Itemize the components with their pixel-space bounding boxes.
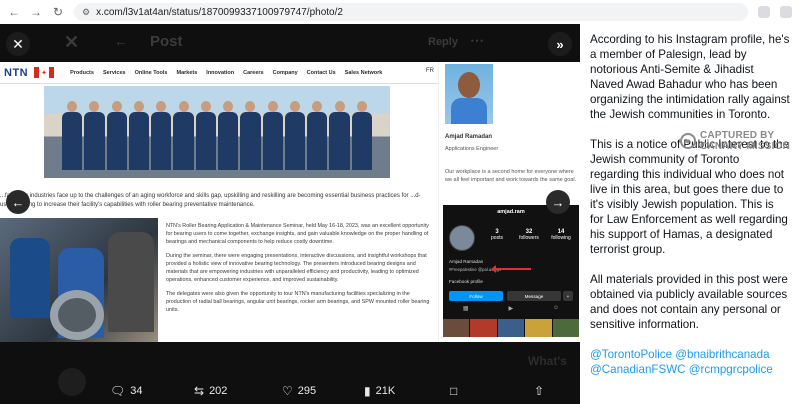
underlay-header: ✕ ← Post Reply ⋯ [0,24,580,60]
views-action[interactable]: ▮ 21K [364,384,395,398]
repost-count: 202 [209,385,228,397]
url-text: x.com/l3v1at4an/status/18700993371009797… [96,6,343,18]
article-paragraph: During the seminar, there were engaging … [166,253,427,283]
share-icon: ⇧ [534,384,545,398]
ntn-menu-item: Contact Us [306,69,336,76]
underlay-title: Post [150,33,183,50]
post-body: According to his Instagram profile, he's… [590,32,790,332]
underlay-back-icon: ← [114,33,128,49]
ntn-menu-item: Services [102,69,126,76]
like-count: 295 [297,385,317,397]
post-mentions[interactable]: @TorontoPolice @bnaibrithcanada @Canadia… [590,347,790,377]
expand-panel-icon[interactable]: » [548,32,572,56]
underlay-reply: Reply [428,36,458,48]
article-paragraph: The delegates were also given the opport… [166,291,430,313]
add-user-icon: + [563,291,573,301]
ntn-menu-item: Sales Network [344,69,383,76]
reply-action[interactable]: 🗨 34 [110,384,142,398]
workplace-quote: Our workplace is a second home for every… [445,169,577,183]
workers-photo [0,218,158,342]
repost-action[interactable]: ⇆ 202 [194,384,227,398]
employee-name: Amjad Ramadan [445,134,493,140]
group-photo [44,86,390,178]
screen: ← → ↻ ⚙ x.com/l3v1at4an/status/187009933… [0,0,800,404]
instagram-thumbnails [443,319,580,337]
forward-arrow-icon[interactable]: → [30,5,42,19]
profile-icon[interactable] [780,6,792,18]
followers-stat: 32 followers [519,229,539,241]
ntn-menu-item: Markets [176,69,198,76]
x-logo-icon: ✕ [64,32,80,52]
red-arrow-annotation [491,265,531,273]
watermark-text: CAPTURED BY CANARY MISSION [700,130,791,152]
instagram-avatar [449,225,475,251]
ntn-logo: NTN [4,66,29,79]
ntn-menu-item: Innovation [206,69,235,76]
message-button: Message [507,291,561,301]
next-image-icon[interactable]: → [546,190,570,214]
grid-icon: ▦ [462,306,469,312]
reply-icon: 🗨 [110,384,126,398]
extension-icon[interactable] [758,6,770,18]
tagged-icon: ☺ [552,305,560,311]
ntn-menu-item: Company [272,69,298,76]
following-stat: 14 following [551,229,571,241]
article-paragraph: NTN's Roller Bearing Application & Maint… [166,223,429,245]
watermark: ● CAPTURED BY CANARY MISSION [680,130,790,152]
browser-toolbar: ← → ↻ ⚙ x.com/l3v1at4an/status/187009933… [0,0,800,24]
ntn-navbar: NTN ✦ Products Services Online Tools Market… [0,62,438,84]
share-action[interactable]: ⇧ [534,384,544,398]
reload-icon[interactable]: ↻ [52,5,64,19]
heart-icon: ♡ [282,384,293,398]
employee-role: Applications Engineer [445,146,499,152]
post-paragraph: All materials provided in this post were… [590,273,788,331]
post-paragraph: This is a notice of Public Interest to t… [590,138,790,256]
back-arrow-icon[interactable]: ← [8,5,20,19]
media-image: NTN ✦ Products Services Online Tools Market… [0,62,580,342]
post-text-panel: According to his Instagram profile, he's… [580,24,800,404]
post-paragraph: According to his Instagram profile, he's… [590,33,790,121]
address-bar[interactable]: ⚙ x.com/l3v1at4an/status/187009933710097… [74,3,748,21]
instagram-profile-screenshot: amjad.ram 3 posts 32 followers 14 following… [443,205,580,337]
ntn-menu-item: Careers [243,69,264,76]
reply-count: 34 [130,385,143,397]
language-toggle: FR [426,68,434,74]
employee-photo [445,64,493,124]
site-info-icon[interactable]: ⚙ [82,7,90,18]
canary-logo-icon: ● [680,133,696,149]
posts-stat: 3 posts [491,229,503,241]
bookmark-action[interactable]: □ [450,384,457,398]
reels-icon: ▶ [508,306,514,312]
previous-image-icon[interactable]: ← [6,190,30,214]
ntn-menu-item: Online Tools [134,69,168,76]
instagram-name: Amjad Ramadan [449,259,484,264]
repost-icon: ⇆ [194,384,205,398]
article-body: NTN's Roller Bearing Application & Maint… [166,222,436,320]
engagement-bar: 🗨 34 ⇆ 202 ♡ 295 ▮ 21K □ ⇧ [0,380,580,404]
intro-text: ...facturing industries face up to the c… [0,193,421,208]
views-count: 21K [375,385,396,397]
ntn-menu-item: Products [70,69,94,76]
bookmark-icon: □ [450,384,458,398]
facebook-link: Facebook profile [449,279,483,284]
views-chart-icon: ▮ [364,384,371,398]
underlay-whats-happening: What's [528,354,567,368]
instagram-tabs: ▦ ▶ ☺ [443,305,579,317]
close-icon[interactable]: ✕ [6,32,30,56]
canada-flag-icon: ✦ [34,67,55,78]
follow-button: Follow [449,291,503,301]
media-viewer: ✕ ← Post Reply ⋯ ✕ » NTN ✦ Products Servi… [0,24,580,404]
like-action[interactable]: ♡ 295 [282,384,316,398]
ntn-menu: Products Services Online Tools Markets Innov… [70,70,382,76]
underlay-more-icon: ⋯ [470,32,484,48]
